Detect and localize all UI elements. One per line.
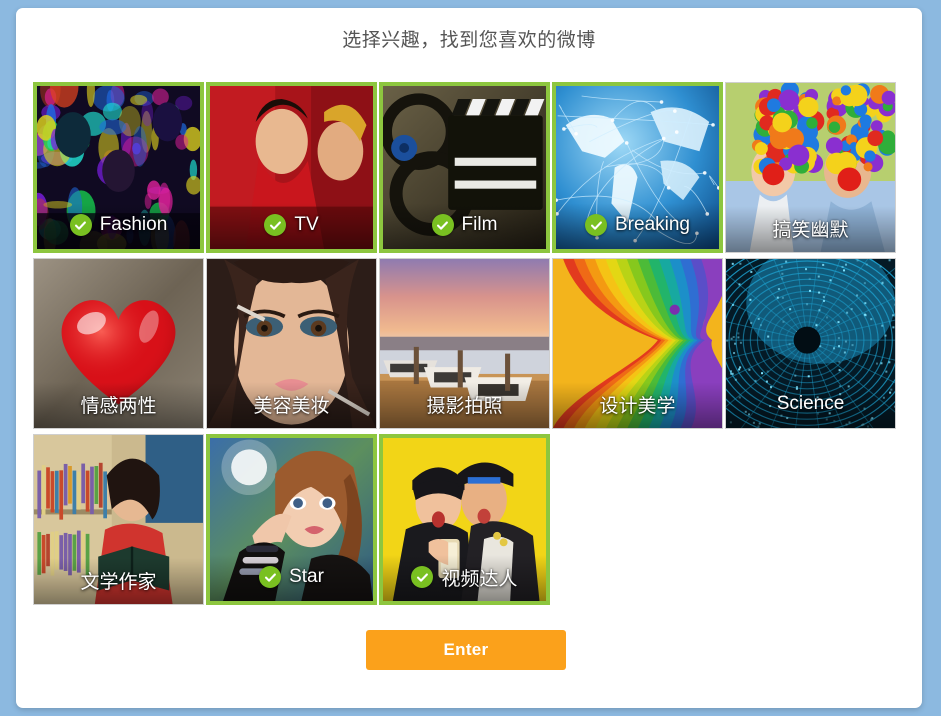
tile-caption: Breaking: [556, 203, 719, 249]
tile-label: Science: [776, 393, 845, 414]
check-icon: [411, 566, 434, 588]
tile-caption: TV: [210, 203, 373, 249]
interest-tile[interactable]: 搞笑幽默: [725, 82, 896, 253]
interest-tile[interactable]: Science: [725, 258, 896, 429]
interest-grid: Fashion TV Film Breaking 搞笑幽默情感两性 美容美妆 摄影拍照 设计美…: [33, 82, 908, 610]
interest-tile[interactable]: TV: [206, 82, 377, 253]
interest-selection-dialog: 选择兴趣，找到您喜欢的微博 Fashion TV Film Breaking 搞笑幽默情…: [16, 8, 922, 708]
check-icon: [259, 566, 282, 588]
interest-tile[interactable]: 情感两性: [33, 258, 204, 429]
interest-tile[interactable]: 视频达人: [379, 434, 550, 605]
check-icon: [264, 214, 287, 236]
tile-caption: 美容美妆: [207, 382, 376, 428]
tile-label: Fashion: [99, 214, 168, 235]
tile-caption: 设计美学: [553, 382, 722, 428]
tile-label: Breaking: [615, 214, 690, 235]
interest-tile[interactable]: Film: [379, 82, 550, 253]
tile-caption: 视频达人: [383, 555, 546, 601]
interest-tile[interactable]: Fashion: [33, 82, 204, 253]
tile-label: 美容美妆: [253, 395, 330, 417]
interest-tile[interactable]: Breaking: [552, 82, 723, 253]
interest-row: 文学作家 Star 视频达人: [33, 434, 908, 607]
tile-caption: 搞笑幽默: [726, 206, 895, 252]
tile-label: TV: [294, 214, 319, 235]
tile-caption: 情感两性: [34, 382, 203, 428]
interest-row: Fashion TV Film Breaking 搞笑幽默: [33, 82, 908, 255]
interest-row: 情感两性 美容美妆 摄影拍照 设计美学 Science: [33, 258, 908, 431]
interest-tile[interactable]: 美容美妆: [206, 258, 377, 429]
tile-label: 视频达人: [441, 568, 518, 590]
interest-tile[interactable]: 摄影拍照: [379, 258, 550, 429]
tile-label: Star: [289, 566, 324, 587]
tile-caption: Fashion: [37, 203, 200, 249]
tile-caption: Star: [210, 555, 373, 601]
check-icon: [585, 214, 607, 236]
tile-label: Film: [461, 214, 498, 235]
tile-caption: Film: [383, 203, 546, 249]
interest-tile[interactable]: Star: [206, 434, 377, 605]
tile-label: 情感两性: [80, 395, 157, 417]
page-title: 选择兴趣，找到您喜欢的微博: [342, 30, 596, 51]
enter-button[interactable]: Enter: [366, 630, 566, 670]
tile-caption: 文学作家: [34, 558, 203, 604]
tile-caption: Science: [726, 382, 895, 428]
interest-tile[interactable]: 文学作家: [33, 434, 204, 605]
tile-caption: 摄影拍照: [380, 382, 549, 428]
tile-label: 摄影拍照: [426, 395, 503, 417]
check-icon: [431, 214, 454, 236]
interest-tile[interactable]: 设计美学: [552, 258, 723, 429]
tile-label: 文学作家: [80, 571, 157, 593]
check-icon: [69, 214, 92, 236]
tile-label: 搞笑幽默: [772, 219, 849, 241]
tile-label: 设计美学: [599, 395, 676, 417]
